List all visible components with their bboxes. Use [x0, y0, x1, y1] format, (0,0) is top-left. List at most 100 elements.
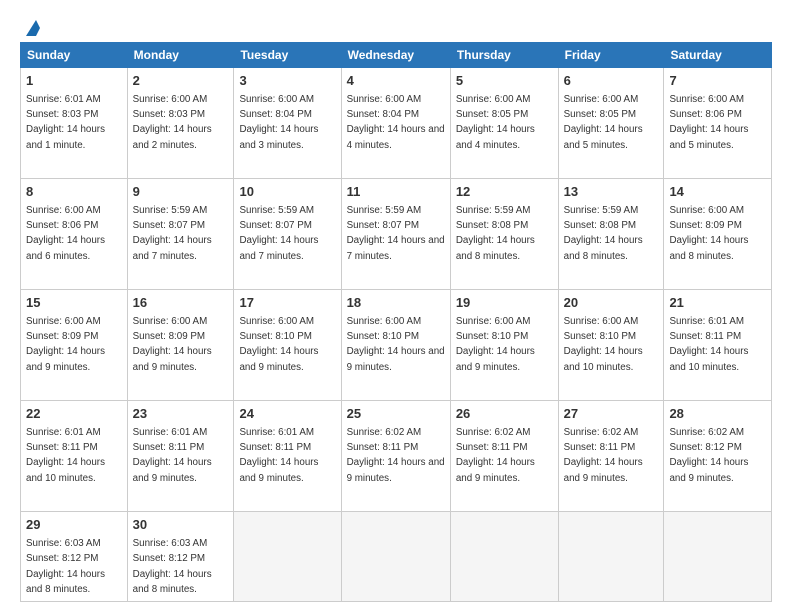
calendar-cell — [450, 512, 558, 602]
day-number: 16 — [133, 294, 229, 313]
calendar-cell: 23 Sunrise: 6:01 AMSunset: 8:11 PMDaylig… — [127, 401, 234, 512]
calendar-cell — [341, 512, 450, 602]
calendar-week-row: 1 Sunrise: 6:01 AMSunset: 8:03 PMDayligh… — [21, 68, 772, 179]
calendar-cell: 21 Sunrise: 6:01 AMSunset: 8:11 PMDaylig… — [664, 290, 772, 401]
day-number: 8 — [26, 183, 122, 202]
day-info: Sunrise: 6:01 AMSunset: 8:03 PMDaylight:… — [26, 94, 105, 151]
day-number: 22 — [26, 405, 122, 424]
day-info: Sunrise: 5:59 AMSunset: 8:07 PMDaylight:… — [347, 205, 445, 262]
day-info: Sunrise: 6:02 AMSunset: 8:11 PMDaylight:… — [347, 427, 445, 484]
day-number: 15 — [26, 294, 122, 313]
day-info: Sunrise: 6:00 AMSunset: 8:10 PMDaylight:… — [456, 316, 535, 373]
day-number: 19 — [456, 294, 553, 313]
calendar-header-friday: Friday — [558, 43, 664, 68]
day-number: 23 — [133, 405, 229, 424]
day-info: Sunrise: 6:02 AMSunset: 8:11 PMDaylight:… — [456, 427, 535, 484]
day-info: Sunrise: 6:00 AMSunset: 8:10 PMDaylight:… — [347, 316, 445, 373]
day-info: Sunrise: 6:03 AMSunset: 8:12 PMDaylight:… — [26, 538, 105, 595]
day-number: 5 — [456, 72, 553, 91]
day-info: Sunrise: 6:00 AMSunset: 8:09 PMDaylight:… — [133, 316, 212, 373]
calendar-cell: 28 Sunrise: 6:02 AMSunset: 8:12 PMDaylig… — [664, 401, 772, 512]
day-info: Sunrise: 6:00 AMSunset: 8:09 PMDaylight:… — [26, 316, 105, 373]
day-number: 29 — [26, 516, 122, 535]
day-number: 1 — [26, 72, 122, 91]
day-number: 18 — [347, 294, 445, 313]
calendar-cell: 12 Sunrise: 5:59 AMSunset: 8:08 PMDaylig… — [450, 179, 558, 290]
day-info: Sunrise: 5:59 AMSunset: 8:08 PMDaylight:… — [564, 205, 643, 262]
calendar-cell — [234, 512, 341, 602]
calendar-cell: 15 Sunrise: 6:00 AMSunset: 8:09 PMDaylig… — [21, 290, 128, 401]
day-info: Sunrise: 6:01 AMSunset: 8:11 PMDaylight:… — [669, 316, 748, 373]
calendar-cell: 14 Sunrise: 6:00 AMSunset: 8:09 PMDaylig… — [664, 179, 772, 290]
day-number: 25 — [347, 405, 445, 424]
calendar-cell: 17 Sunrise: 6:00 AMSunset: 8:10 PMDaylig… — [234, 290, 341, 401]
calendar-header-row: SundayMondayTuesdayWednesdayThursdayFrid… — [21, 43, 772, 68]
day-info: Sunrise: 6:00 AMSunset: 8:09 PMDaylight:… — [669, 205, 748, 262]
day-number: 28 — [669, 405, 766, 424]
calendar-header-saturday: Saturday — [664, 43, 772, 68]
calendar-cell: 1 Sunrise: 6:01 AMSunset: 8:03 PMDayligh… — [21, 68, 128, 179]
calendar-week-row: 29 Sunrise: 6:03 AMSunset: 8:12 PMDaylig… — [21, 512, 772, 602]
calendar-week-row: 15 Sunrise: 6:00 AMSunset: 8:09 PMDaylig… — [21, 290, 772, 401]
calendar-cell: 30 Sunrise: 6:03 AMSunset: 8:12 PMDaylig… — [127, 512, 234, 602]
day-number: 30 — [133, 516, 229, 535]
day-info: Sunrise: 6:02 AMSunset: 8:12 PMDaylight:… — [669, 427, 748, 484]
calendar-cell: 7 Sunrise: 6:00 AMSunset: 8:06 PMDayligh… — [664, 68, 772, 179]
day-number: 4 — [347, 72, 445, 91]
calendar-cell: 11 Sunrise: 5:59 AMSunset: 8:07 PMDaylig… — [341, 179, 450, 290]
logo-icon — [22, 18, 40, 36]
day-info: Sunrise: 6:00 AMSunset: 8:06 PMDaylight:… — [26, 205, 105, 262]
calendar-header-sunday: Sunday — [21, 43, 128, 68]
day-number: 7 — [669, 72, 766, 91]
day-info: Sunrise: 6:00 AMSunset: 8:06 PMDaylight:… — [669, 94, 748, 151]
day-number: 24 — [239, 405, 335, 424]
day-number: 26 — [456, 405, 553, 424]
day-info: Sunrise: 6:00 AMSunset: 8:04 PMDaylight:… — [239, 94, 318, 151]
calendar-week-row: 22 Sunrise: 6:01 AMSunset: 8:11 PMDaylig… — [21, 401, 772, 512]
calendar-cell: 4 Sunrise: 6:00 AMSunset: 8:04 PMDayligh… — [341, 68, 450, 179]
day-info: Sunrise: 6:00 AMSunset: 8:03 PMDaylight:… — [133, 94, 212, 151]
calendar-header-thursday: Thursday — [450, 43, 558, 68]
day-number: 13 — [564, 183, 659, 202]
calendar-cell: 5 Sunrise: 6:00 AMSunset: 8:05 PMDayligh… — [450, 68, 558, 179]
day-number: 3 — [239, 72, 335, 91]
day-info: Sunrise: 6:01 AMSunset: 8:11 PMDaylight:… — [239, 427, 318, 484]
page: SundayMondayTuesdayWednesdayThursdayFrid… — [0, 0, 792, 612]
day-info: Sunrise: 6:00 AMSunset: 8:05 PMDaylight:… — [456, 94, 535, 151]
calendar-week-row: 8 Sunrise: 6:00 AMSunset: 8:06 PMDayligh… — [21, 179, 772, 290]
day-number: 20 — [564, 294, 659, 313]
calendar-cell: 29 Sunrise: 6:03 AMSunset: 8:12 PMDaylig… — [21, 512, 128, 602]
calendar-header-monday: Monday — [127, 43, 234, 68]
calendar-cell: 22 Sunrise: 6:01 AMSunset: 8:11 PMDaylig… — [21, 401, 128, 512]
day-info: Sunrise: 5:59 AMSunset: 8:07 PMDaylight:… — [133, 205, 212, 262]
header — [20, 18, 772, 32]
day-number: 2 — [133, 72, 229, 91]
calendar-cell — [558, 512, 664, 602]
day-info: Sunrise: 6:00 AMSunset: 8:10 PMDaylight:… — [564, 316, 643, 373]
day-info: Sunrise: 6:01 AMSunset: 8:11 PMDaylight:… — [26, 427, 105, 484]
calendar-cell: 18 Sunrise: 6:00 AMSunset: 8:10 PMDaylig… — [341, 290, 450, 401]
calendar-cell: 13 Sunrise: 5:59 AMSunset: 8:08 PMDaylig… — [558, 179, 664, 290]
day-number: 10 — [239, 183, 335, 202]
calendar-cell: 6 Sunrise: 6:00 AMSunset: 8:05 PMDayligh… — [558, 68, 664, 179]
calendar-cell: 3 Sunrise: 6:00 AMSunset: 8:04 PMDayligh… — [234, 68, 341, 179]
calendar-cell: 26 Sunrise: 6:02 AMSunset: 8:11 PMDaylig… — [450, 401, 558, 512]
calendar-cell: 20 Sunrise: 6:00 AMSunset: 8:10 PMDaylig… — [558, 290, 664, 401]
calendar-cell: 27 Sunrise: 6:02 AMSunset: 8:11 PMDaylig… — [558, 401, 664, 512]
calendar-cell — [664, 512, 772, 602]
calendar-cell: 16 Sunrise: 6:00 AMSunset: 8:09 PMDaylig… — [127, 290, 234, 401]
day-number: 12 — [456, 183, 553, 202]
day-info: Sunrise: 5:59 AMSunset: 8:08 PMDaylight:… — [456, 205, 535, 262]
day-info: Sunrise: 6:00 AMSunset: 8:04 PMDaylight:… — [347, 94, 445, 151]
day-number: 9 — [133, 183, 229, 202]
day-number: 27 — [564, 405, 659, 424]
calendar-cell: 24 Sunrise: 6:01 AMSunset: 8:11 PMDaylig… — [234, 401, 341, 512]
calendar-cell: 2 Sunrise: 6:00 AMSunset: 8:03 PMDayligh… — [127, 68, 234, 179]
calendar-body: 1 Sunrise: 6:01 AMSunset: 8:03 PMDayligh… — [21, 68, 772, 602]
calendar-cell: 8 Sunrise: 6:00 AMSunset: 8:06 PMDayligh… — [21, 179, 128, 290]
day-info: Sunrise: 6:02 AMSunset: 8:11 PMDaylight:… — [564, 427, 643, 484]
day-number: 6 — [564, 72, 659, 91]
calendar-header-wednesday: Wednesday — [341, 43, 450, 68]
day-info: Sunrise: 5:59 AMSunset: 8:07 PMDaylight:… — [239, 205, 318, 262]
day-info: Sunrise: 6:00 AMSunset: 8:10 PMDaylight:… — [239, 316, 318, 373]
